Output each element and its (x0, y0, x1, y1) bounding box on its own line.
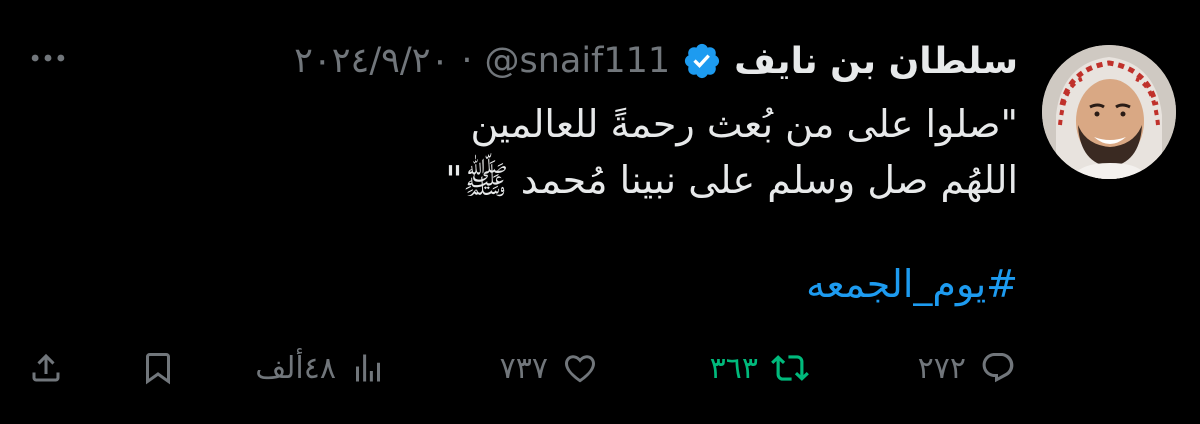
share-button[interactable] (24, 340, 68, 396)
tweet-date[interactable]: ٢٠٢٤/٩/٢٠ (294, 41, 449, 81)
avatar[interactable] (1042, 45, 1176, 179)
more-horizontal-icon (31, 54, 65, 62)
bookmark-icon (136, 346, 180, 390)
reply-button[interactable]: ٢٧٢ (918, 340, 1020, 396)
more-options-button[interactable] (26, 42, 70, 74)
author-handle[interactable]: @snaif111 (484, 41, 670, 81)
retweet-icon (768, 346, 812, 390)
retweet-button[interactable]: ٣٦٣ (710, 340, 812, 396)
reply-count: ٢٧٢ (917, 350, 966, 386)
tweet-text-line: اللهُم صل وسلم على نبينا مُحمد ﷺ" (445, 158, 1018, 202)
action-bar: ٢٧٢ ٣٦٣ ٧٣٧ ٤٨ألف (0, 340, 1200, 396)
tweet-header: سلطان بن نايف @snaif111 · ٢٠٢٤/٩/٢٠ (294, 36, 1018, 86)
tweet-text-line: "صلوا على من بُعث رحمةً للعالمين (470, 102, 1018, 146)
like-count: ٧٣٧ (499, 350, 548, 386)
reply-icon (976, 346, 1020, 390)
bookmark-button[interactable] (136, 340, 180, 396)
views-count: ٤٨ألف (255, 350, 336, 386)
like-button[interactable]: ٧٣٧ (500, 340, 602, 396)
tweet-card[interactable]: سلطان بن نايف @snaif111 · ٢٠٢٤/٩/٢٠ "صلو… (0, 0, 1200, 424)
views-button[interactable]: ٤٨ألف (255, 340, 390, 396)
share-icon (24, 346, 68, 390)
avatar-photo (1042, 45, 1176, 179)
heart-icon (558, 346, 602, 390)
header-separator: · (461, 41, 473, 81)
author-display-name[interactable]: سلطان بن نايف (734, 41, 1018, 82)
tweet-text: "صلوا على من بُعث رحمةً للعالمين اللهُم … (318, 96, 1018, 208)
hashtag-link[interactable]: #يوم_الجمعه (806, 262, 1018, 306)
views-chart-icon (346, 346, 390, 390)
verified-badge-icon (682, 41, 722, 81)
retweet-count: ٣٦٣ (709, 350, 758, 386)
